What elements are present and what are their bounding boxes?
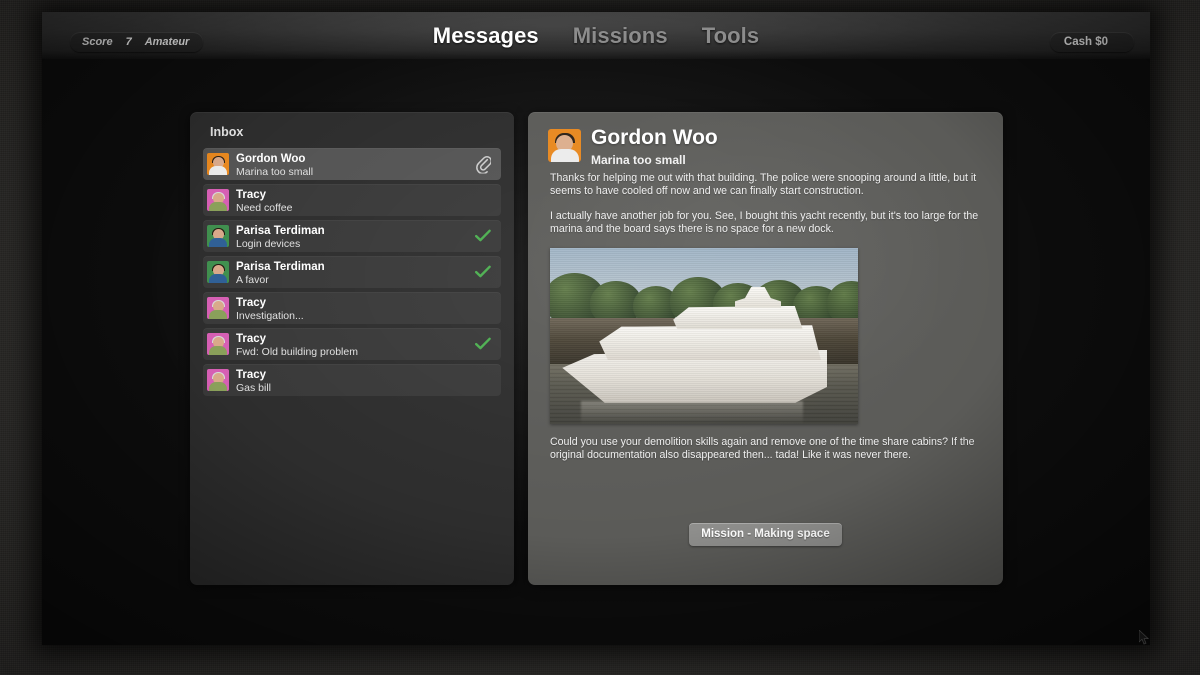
inbox-item-subject: Marina too small [236,166,314,179]
avatar-body [209,166,227,175]
inbox-item-subject: Fwd: Old building problem [236,346,358,359]
game-screen: Score 7 Amateur Messages Missions Tools … [42,12,1150,645]
cash-label: Cash $0 [1063,36,1108,48]
inbox-item-1[interactable]: Tracy Need coffee [203,184,501,216]
cash-pill: Cash $0 [1049,32,1134,52]
app-body: Inbox Gordon Woo Marina too small Tracy Nee… [42,59,1150,645]
inbox-item-text: Parisa Terdiman A favor [236,258,325,287]
main-nav: Messages Missions Tools [42,12,1150,59]
message-paragraph-2: I actually have another job for you. See… [550,209,979,236]
avatar [207,261,229,283]
tab-missions[interactable]: Missions [573,23,668,49]
message-paragraph-1: Thanks for helping me out with that buil… [550,172,977,198]
avatar-body [209,382,227,391]
avatar [207,297,229,319]
inbox-item-subject: Need coffee [236,202,293,215]
top-bar: Score 7 Amateur Messages Missions Tools … [42,12,1150,59]
inbox-title: Inbox [210,125,244,139]
inbox-panel: Inbox Gordon Woo Marina too small Tracy Nee… [190,112,514,585]
tab-tools[interactable]: Tools [702,23,760,49]
desk-surround: Score 7 Amateur Messages Missions Tools … [0,0,1200,675]
mission-button[interactable]: Mission - Making space [689,523,842,546]
message-subject: Marina too small [591,152,686,167]
inbox-item-sender: Parisa Terdiman [236,224,325,237]
inbox-item-sender: Tracy [236,368,267,381]
message-header: Gordon Woo Marina too small [548,126,718,167]
inbox-item-subject: Login devices [236,238,301,251]
photo-yacht-deck-upper [673,305,803,329]
avatar-body [209,202,227,211]
check-icon [475,265,491,279]
avatar [548,129,581,162]
mission-button-row: Mission - Making space [528,523,1003,546]
inbox-item-text: Gordon Woo Marina too small [236,150,313,179]
inbox-list: Gordon Woo Marina too small Tracy Need coff… [203,148,501,400]
inbox-item-3[interactable]: Parisa Terdiman A favor [203,256,501,288]
attachment-icon [476,155,491,174]
avatar-body [209,310,227,319]
inbox-item-4[interactable]: Tracy Investigation... [203,292,501,324]
check-icon [475,337,491,351]
yacht-photo [550,247,858,424]
inbox-item-text: Tracy Need coffee [236,186,292,215]
avatar [207,369,229,391]
inbox-item-subject: Gas bill [236,382,272,395]
photo-reflection [580,400,803,424]
inbox-item-sender: Tracy [236,296,267,309]
inbox-item-sender: Tracy [236,332,267,345]
avatar [207,153,229,175]
inbox-item-5[interactable]: Tracy Fwd: Old building problem [203,328,501,360]
message-panel: Gordon Woo Marina too small Thanks for h… [528,112,1003,585]
inbox-item-text: Parisa Terdiman Login devices [236,222,325,251]
avatar-body [550,149,579,162]
photo-yacht-deck-lower [599,325,822,361]
mouse-cursor [1139,630,1150,645]
inbox-item-6[interactable]: Tracy Gas bill [203,364,501,396]
tab-messages[interactable]: Messages [433,23,539,49]
avatar [207,333,229,355]
inbox-item-0[interactable]: Gordon Woo Marina too small [203,148,501,180]
avatar [207,225,229,247]
avatar [207,189,229,211]
inbox-item-text: Tracy Fwd: Old building problem [236,330,358,359]
avatar-body [209,346,227,355]
check-icon [475,229,491,243]
message-body: Thanks for helping me out with that buil… [550,172,980,474]
inbox-item-text: Tracy Gas bill [236,366,271,395]
inbox-item-text: Tracy Investigation... [236,294,304,323]
message-sender: Gordon Woo [591,126,718,149]
inbox-item-2[interactable]: Parisa Terdiman Login devices [203,220,501,252]
avatar-body [209,238,227,247]
inbox-item-sender: Gordon Woo [236,152,306,165]
inbox-item-subject: Investigation... [236,310,304,323]
inbox-item-subject: A favor [236,274,269,287]
avatar-body [209,274,227,283]
inbox-item-sender: Parisa Terdiman [236,260,325,273]
message-paragraph-3: Could you use your demolition skills aga… [550,435,975,462]
inbox-item-sender: Tracy [236,188,267,201]
